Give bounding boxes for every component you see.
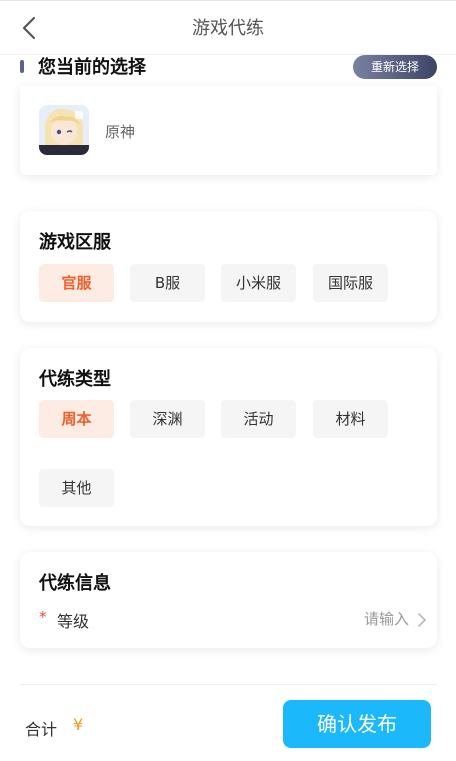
level-label: 等级 <box>57 612 90 631</box>
current-selection-header: 您当前的选择 重新选择 <box>20 55 437 81</box>
game-icon <box>39 105 89 155</box>
service-info-card: 代练信息 * 等级 请输入 <box>20 552 437 648</box>
chip-type-abyss[interactable]: 深渊 <box>130 400 205 438</box>
server-title: 游戏区服 <box>39 232 111 253</box>
current-selection-title: 您当前的选择 <box>38 57 146 78</box>
server-card: 游戏区服 官服 B服 小米服 国际服 <box>20 211 437 322</box>
service-info-title: 代练信息 <box>39 573 111 594</box>
chevron-right-icon[interactable] <box>417 612 427 628</box>
selected-game-card: 原神 <box>20 86 437 175</box>
page-title: 游戏代练 <box>192 18 264 39</box>
game-name: 原神 <box>105 123 136 141</box>
required-mark: * <box>39 608 47 626</box>
top-nav-bar: 游戏代练 <box>0 0 456 55</box>
service-type-card: 代练类型 周本 深渊 活动 材料 其他 <box>20 348 437 526</box>
total-label: 合计 <box>25 720 58 739</box>
level-input[interactable]: 请输入 <box>364 608 409 629</box>
chip-type-other[interactable]: 其他 <box>39 469 114 507</box>
reselect-button[interactable]: 重新选择 <box>352 55 437 79</box>
chip-server-official[interactable]: 官服 <box>39 264 114 302</box>
chip-server-international[interactable]: 国际服 <box>313 264 388 302</box>
service-type-title: 代练类型 <box>39 369 111 390</box>
footer-divider <box>20 684 437 685</box>
chip-type-materials[interactable]: 材料 <box>313 400 388 438</box>
confirm-publish-button[interactable]: 确认发布 <box>283 700 431 748</box>
chip-server-xiaomi[interactable]: 小米服 <box>221 264 296 302</box>
total-currency: ¥ <box>73 715 84 734</box>
chip-type-weekly-boss[interactable]: 周本 <box>39 400 114 438</box>
chip-server-bilibili[interactable]: B服 <box>130 264 205 302</box>
level-field-row[interactable]: * 等级 请输入 <box>39 608 427 632</box>
chip-type-event[interactable]: 活动 <box>221 400 296 438</box>
section-accent-bar <box>20 60 24 73</box>
